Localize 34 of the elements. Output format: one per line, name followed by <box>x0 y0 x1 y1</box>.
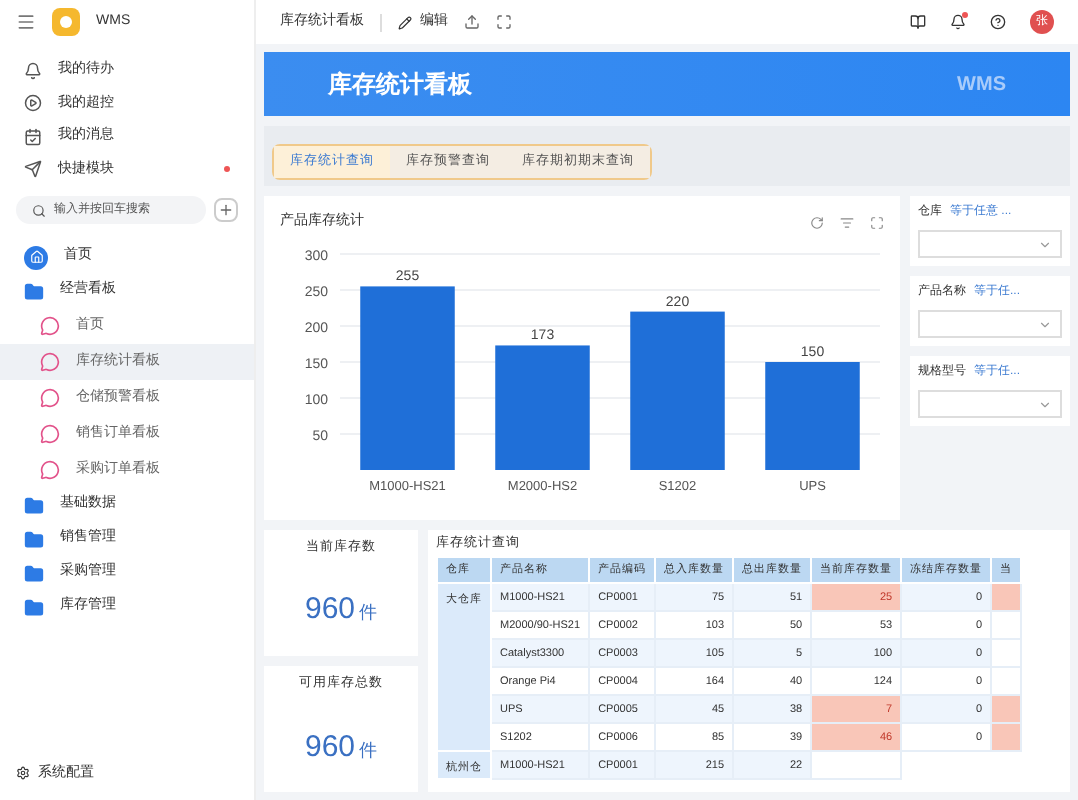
settings-icon[interactable] <box>16 766 30 781</box>
folder-icon <box>24 281 44 301</box>
chart-bar <box>495 344 590 469</box>
add-button[interactable] <box>214 198 238 222</box>
folder-icon <box>24 597 44 617</box>
chart-bar <box>765 361 860 469</box>
menu-icon[interactable] <box>16 12 36 32</box>
chevron-down-icon <box>1038 237 1052 251</box>
folder-icon <box>24 563 44 583</box>
banner-mark: WMS <box>957 71 1006 99</box>
stat-value: 960 件 <box>304 590 378 631</box>
send-icon <box>24 160 42 179</box>
fullscreen-icon[interactable] <box>496 14 512 30</box>
book-icon[interactable] <box>910 14 926 30</box>
share-icon[interactable] <box>464 14 480 30</box>
stat-value: 960 件 <box>304 727 378 767</box>
help-icon[interactable] <box>990 14 1006 30</box>
folder-icon <box>24 495 44 515</box>
refresh-icon[interactable] <box>810 215 824 230</box>
pencil-icon <box>398 15 412 29</box>
logo-icon <box>52 8 80 36</box>
folder-icon <box>24 529 44 549</box>
home-icon <box>24 245 48 269</box>
filter-icon[interactable] <box>840 215 854 230</box>
plus-icon <box>218 202 234 218</box>
fullscreen-icon[interactable] <box>870 215 884 230</box>
calendar-icon <box>24 127 42 146</box>
bell-icon[interactable] <box>950 14 966 30</box>
chevron-down-icon <box>1038 397 1052 411</box>
chevron-down-icon <box>1038 317 1052 331</box>
search-icon <box>32 203 46 217</box>
play-icon <box>24 94 42 113</box>
banner-title: 库存统计看板 <box>328 68 472 102</box>
bell-icon <box>24 61 42 80</box>
